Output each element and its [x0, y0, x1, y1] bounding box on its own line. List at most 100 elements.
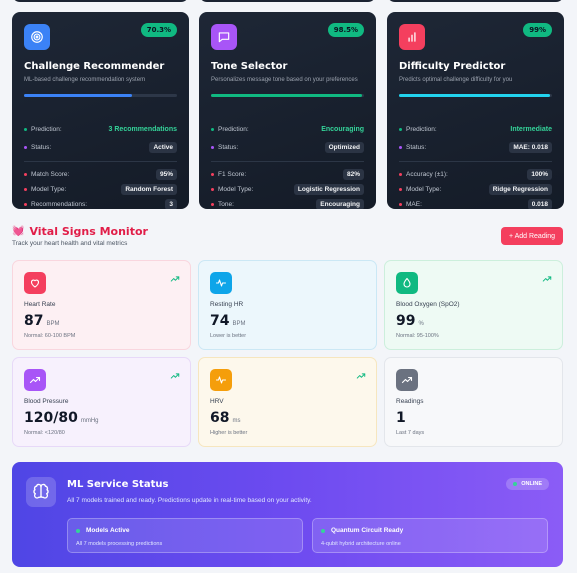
- divider: [211, 161, 364, 162]
- metric-row: Match Score: 95%: [24, 168, 177, 180]
- online-status-badge: ONLINE: [506, 478, 549, 490]
- quantum-circuit-title-text: Quantum Circuit Ready: [331, 527, 404, 534]
- metric-label-text: Model Type:: [218, 185, 254, 193]
- dot-icon: [24, 202, 27, 206]
- dot-icon: [211, 145, 214, 149]
- quantum-circuit-desc: 4-qubit hybrid architecture online: [321, 541, 401, 547]
- metric-label-text: Recommendations:: [31, 200, 87, 208]
- metric-value: 0.018: [527, 198, 552, 209]
- model-progress-bar: [24, 94, 177, 97]
- dot-icon: [211, 187, 214, 191]
- metric-row: MAE: 0.018: [399, 198, 552, 209]
- model-card-2: 98.5% Tone Selector Personalizes message t…: [199, 12, 376, 209]
- metric-label-text: F1 Score:: [218, 170, 247, 178]
- model-title: Tone Selector: [211, 61, 288, 72]
- prediction-value: Encouraging: [321, 125, 364, 133]
- heart-icon: [24, 272, 46, 294]
- status-dot-icon: [76, 528, 80, 533]
- prediction-label: Prediction:: [24, 126, 62, 133]
- vital-value: 74 BPM: [210, 313, 246, 329]
- vital-card-3[interactable]: Blood Oxygen (SpO2) 99% Normal: 95-100%: [384, 260, 563, 350]
- target-icon: [24, 24, 50, 50]
- metric-label: F1 Score:: [211, 171, 246, 178]
- metric-value: Logistic Regression: [293, 183, 364, 195]
- droplet-icon: [396, 272, 418, 294]
- brain-icon: [26, 477, 56, 507]
- vital-value: 99%: [396, 313, 424, 329]
- accuracy-badge: 99%: [523, 23, 552, 37]
- metric-label-text: MAE:: [406, 200, 422, 208]
- metric-label: Match Score:: [24, 171, 69, 178]
- metric-label-text: Match Score:: [31, 170, 70, 178]
- prediction-row: Prediction: Intermediate: [399, 123, 552, 135]
- model-progress-fill: [24, 94, 132, 97]
- heart-emoji-icon: 💓: [12, 226, 25, 237]
- prediction-row: Prediction: Encouraging: [211, 123, 364, 135]
- vital-card-2[interactable]: Resting HR 74 BPM Lower is better: [198, 260, 377, 350]
- vital-signs-subtitle: Track your heart health and vital metric…: [12, 240, 128, 247]
- metric-value: Ridge Regression: [488, 183, 552, 195]
- vital-unit: ms: [232, 418, 241, 424]
- vital-card-1[interactable]: Heart Rate 87 BPM Normal: 60-100 BPM: [12, 260, 191, 350]
- previous-card-edge: [12, 0, 189, 2]
- bar-chart-icon: [399, 24, 425, 50]
- ml-service-description: All 7 models trained and ready. Predicti…: [67, 497, 312, 504]
- status-label: Status:: [211, 144, 238, 151]
- metric-label-text: Tone:: [218, 200, 234, 208]
- vital-value-number: 120/80: [24, 410, 78, 426]
- vital-value-number: 68: [210, 410, 230, 426]
- metric-value: Encouraging: [316, 198, 364, 209]
- vital-value: 87 BPM: [24, 313, 60, 329]
- metric-value: Random Forest: [121, 183, 177, 195]
- dot-icon: [211, 202, 214, 206]
- prediction-label: Prediction:: [399, 126, 437, 133]
- vital-value-number: 99: [396, 313, 416, 329]
- metric-value: 3: [165, 198, 177, 209]
- model-card-3: 99% Difficulty Predictor Predicts optimal …: [387, 12, 564, 209]
- vital-note: Normal: 95-100%: [396, 333, 439, 339]
- metric-value: 82%: [342, 168, 364, 180]
- vital-value-number: 87: [24, 313, 44, 329]
- vital-unit: %: [418, 321, 424, 327]
- vital-label: Resting HR: [210, 301, 244, 308]
- vital-label: Blood Pressure: [24, 398, 69, 405]
- model-description: Predicts optimal challenge difficulty fo…: [399, 77, 513, 83]
- metric-row: Model Type: Ridge Regression: [399, 183, 552, 195]
- accuracy-badge: 70.3%: [140, 23, 177, 37]
- model-progress-bar: [399, 94, 552, 97]
- vital-value-number: 1: [396, 410, 406, 426]
- trend-icon: [396, 369, 418, 391]
- vital-card-6[interactable]: Readings 1 Last 7 days: [384, 357, 563, 447]
- status-label-text: Status:: [31, 143, 52, 151]
- vital-card-4[interactable]: Blood Pressure 120/80 mmHg Normal: <120/80: [12, 357, 191, 447]
- models-active-box: Models Active All 7 models processing pr…: [67, 518, 303, 553]
- vital-label: HRV: [210, 398, 224, 405]
- quantum-circuit-title: Quantum Circuit Ready: [321, 527, 403, 534]
- vital-note: Normal: <120/80: [24, 430, 65, 436]
- dot-icon: [399, 202, 402, 206]
- previous-card-edge: [199, 0, 376, 2]
- ml-service-title: ML Service Status: [67, 479, 169, 490]
- dot-icon: [211, 127, 214, 131]
- dot-icon: [24, 172, 27, 176]
- prediction-label-text: Prediction:: [406, 125, 437, 133]
- dot-icon: [399, 127, 402, 131]
- metric-row: Tone: Encouraging: [211, 198, 364, 209]
- dot-icon: [399, 172, 402, 176]
- status-value: MAE: 0.018: [509, 141, 552, 153]
- metric-label: Accuracy (±1):: [399, 171, 448, 178]
- add-reading-button[interactable]: + Add Reading: [501, 227, 563, 245]
- vital-unit: BPM: [232, 321, 246, 327]
- status-value: Active: [149, 141, 177, 153]
- status-label-text: Status:: [406, 143, 427, 151]
- metric-value: 95%: [155, 168, 177, 180]
- metric-value: 100%: [527, 168, 552, 180]
- vital-unit: mmHg: [80, 418, 99, 424]
- status-dot-icon: [321, 528, 325, 533]
- vital-card-5[interactable]: HRV 68 ms Higher is better: [198, 357, 377, 447]
- divider: [399, 161, 552, 162]
- pulse-icon: [210, 272, 232, 294]
- vital-unit: BPM: [46, 321, 60, 327]
- model-progress-bar: [211, 94, 364, 97]
- vital-note: Higher is better: [210, 430, 248, 436]
